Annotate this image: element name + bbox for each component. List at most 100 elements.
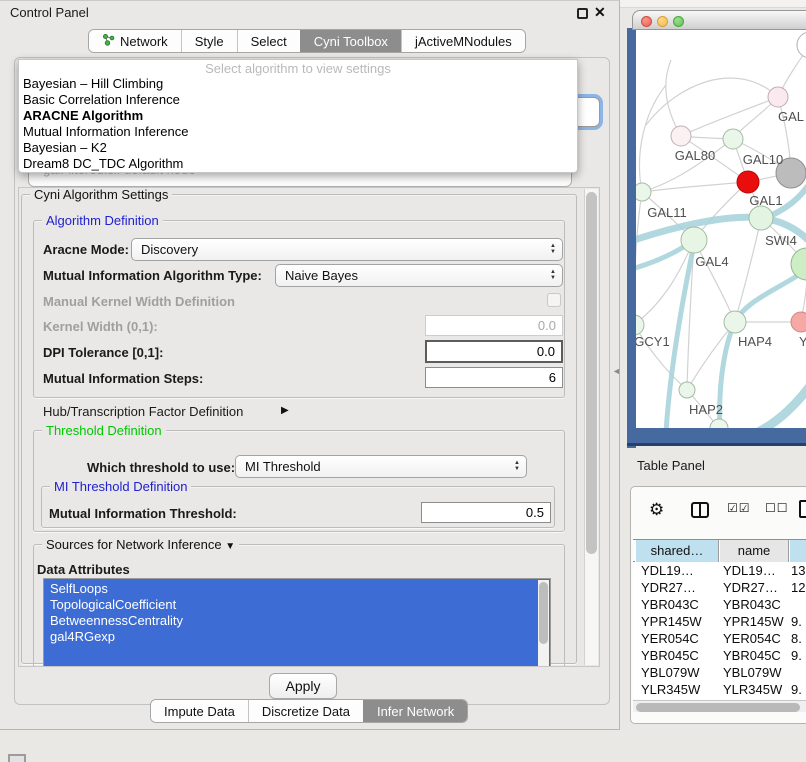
network-node-salmon[interactable] (791, 312, 806, 332)
table-panel-title: Table Panel (637, 458, 705, 473)
mi-threshold-label: Mutual Information Threshold: (49, 506, 237, 521)
control-panel-title: Control Panel (10, 5, 89, 20)
expand-right-icon[interactable]: ▶ (281, 405, 289, 416)
node-label: Y (799, 334, 806, 349)
network-canvas[interactable]: GAL GAL80 GAL10 GAL1 GAL11 SWI4 GAL4 GCY… (636, 30, 806, 428)
stepper-arrows-icon: ▲▼ (550, 269, 556, 281)
tab-jactivemnodules[interactable]: jActiveMNodules (401, 30, 525, 52)
column-header-shared[interactable]: shared… (635, 540, 719, 563)
data-attributes-list[interactable]: SelfLoops TopologicalCoefficient Between… (43, 578, 551, 667)
network-node-selected-red[interactable] (737, 171, 759, 193)
float-window-icon[interactable] (577, 8, 588, 19)
settings-scrollbar[interactable] (584, 189, 598, 665)
mi-type-combo[interactable]: Naive Bayes ▲▼ (275, 264, 563, 287)
network-window-titlebar[interactable] (632, 10, 806, 30)
close-icon[interactable]: ✕ (594, 4, 606, 21)
algorithm-option[interactable]: Dream8 DC_TDC Algorithm (19, 156, 577, 172)
node-label: GAL1 (749, 193, 782, 208)
splitter-collapse-icon[interactable]: ◄ (612, 366, 621, 376)
algorithm-dropdown-placeholder: Select algorithm to view settings (19, 61, 577, 76)
table-body: YDL19…YDL19…13 YDR27…YDR27…12 YBR043CYBR… (633, 562, 806, 699)
table-row[interactable]: YDR27…YDR27…12 (633, 579, 806, 596)
algorithm-dropdown-popup: Select algorithm to view settings Bayesi… (18, 59, 578, 173)
select-all-checks-icon[interactable]: ☑☑ (727, 501, 751, 515)
network-graph: GAL GAL80 GAL10 GAL1 GAL11 SWI4 GAL4 GCY… (636, 30, 806, 428)
list-scrollbar[interactable] (538, 580, 549, 667)
gear-icon[interactable]: ⚙ (649, 500, 664, 520)
close-traffic-icon[interactable] (641, 16, 652, 27)
aracne-mode-combo[interactable]: Discovery ▲▼ (131, 238, 563, 261)
network-node[interactable] (797, 32, 806, 58)
deselect-all-boxes-icon[interactable]: ☐☐ (765, 501, 789, 515)
which-threshold-label: Which threshold to use: (87, 460, 235, 475)
algorithm-option[interactable]: Basic Correlation Inference (19, 92, 577, 108)
list-item[interactable]: gal4RGexp (44, 629, 550, 645)
network-node-hap4[interactable] (724, 311, 746, 333)
group-title: Cyni Algorithm Settings (30, 187, 172, 202)
algorithm-option-aracne[interactable]: ARACNE Algorithm (19, 108, 577, 124)
dpi-tolerance-input[interactable]: 0.0 (425, 340, 563, 363)
algorithm-option[interactable]: Bayesian – K2 (19, 140, 577, 156)
hub-definition-label[interactable]: Hub/Transcription Factor Definition (43, 404, 243, 419)
screenshot-root: Control Panel ✕ Network Style Se (0, 0, 806, 762)
split-pane-icon[interactable] (691, 502, 709, 518)
mi-steps-input[interactable]: 6 (425, 367, 563, 388)
list-item[interactable]: TopologicalCoefficient (44, 597, 550, 613)
stepper-arrows-icon: ▲▼ (550, 243, 556, 255)
column-header-name[interactable]: name (719, 540, 789, 563)
zoom-traffic-icon[interactable] (673, 16, 684, 27)
tab-network-label: Network (120, 34, 168, 49)
node-label: HAP4 (738, 334, 772, 349)
table-row[interactable]: YPR145WYPR145W9. (633, 613, 806, 630)
tab-cyni-toolbox[interactable]: Cyni Toolbox (300, 30, 401, 52)
network-node-gal10[interactable] (723, 129, 743, 149)
list-item[interactable]: BetweennessCentrality (44, 613, 550, 629)
mi-threshold-input[interactable]: 0.5 (421, 502, 551, 523)
control-panel-titlebar: Control Panel ✕ (0, 1, 619, 25)
network-node[interactable] (768, 87, 788, 107)
bottom-tabbar: Impute Data Discretize Data Infer Networ… (150, 699, 468, 723)
table-row[interactable]: YDL19…YDL19…13 (633, 562, 806, 579)
bottom-left-partial-widget (8, 754, 26, 762)
apply-button[interactable]: Apply (269, 673, 337, 699)
network-node-hap2[interactable] (679, 382, 695, 398)
network-node-gal4[interactable] (681, 227, 707, 253)
table-row[interactable]: YER054CYER054C8. (633, 630, 806, 647)
document-icon[interactable] (799, 500, 806, 518)
tab-network[interactable]: Network (89, 30, 181, 52)
which-threshold-combo[interactable]: MI Threshold ▲▼ (235, 455, 527, 478)
manual-kernel-label: Manual Kernel Width Definition (43, 294, 235, 309)
table-row[interactable]: YBR045CYBR045C9. (633, 647, 806, 664)
tab-style[interactable]: Style (181, 30, 237, 52)
minimize-traffic-icon[interactable] (657, 16, 668, 27)
table-row[interactable]: YBL079WYBL079W (633, 664, 806, 681)
node-label: SWI4 (765, 233, 797, 248)
tab-infer-network[interactable]: Infer Network (363, 700, 467, 722)
node-table: shared… name YDL19…YDL19…13 YDR27…YDR27…… (633, 539, 806, 699)
tab-impute-data[interactable]: Impute Data (151, 700, 248, 722)
algorithm-option[interactable]: Bayesian – Hill Climbing (19, 76, 577, 92)
node-label: GAL (778, 109, 804, 124)
collapse-down-icon[interactable]: ▼ (225, 541, 235, 552)
node-label: HAP2 (689, 402, 723, 417)
tab-discretize-data[interactable]: Discretize Data (248, 700, 363, 722)
node-label: GCY1 (636, 334, 670, 349)
table-row[interactable]: YBR043CYBR043C (633, 596, 806, 613)
kernel-width-input[interactable]: 0.0 (425, 315, 563, 336)
table-row[interactable]: YLR345WYLR345W9. (633, 681, 806, 698)
tab-select[interactable]: Select (237, 30, 300, 52)
table-row[interactable]: YIL052CYIL052C9 (633, 698, 806, 699)
mi-type-label: Mutual Information Algorithm Type: (43, 268, 262, 283)
column-header-partial[interactable] (789, 540, 806, 563)
network-window-frame (627, 428, 806, 446)
manual-kernel-checkbox[interactable] (547, 293, 561, 307)
network-node-gal1[interactable] (749, 206, 773, 230)
mi-steps-label: Mutual Information Steps: (43, 371, 203, 386)
network-node-gal80[interactable] (671, 126, 691, 146)
network-node-gal11[interactable] (636, 183, 651, 201)
group-title: Algorithm Definition (42, 213, 163, 228)
list-item[interactable]: SelfLoops (44, 581, 550, 597)
table-horizontal-scrollbar[interactable] (633, 700, 806, 712)
algorithm-option[interactable]: Mutual Information Inference (19, 124, 577, 140)
network-node-swi4[interactable] (791, 248, 806, 280)
